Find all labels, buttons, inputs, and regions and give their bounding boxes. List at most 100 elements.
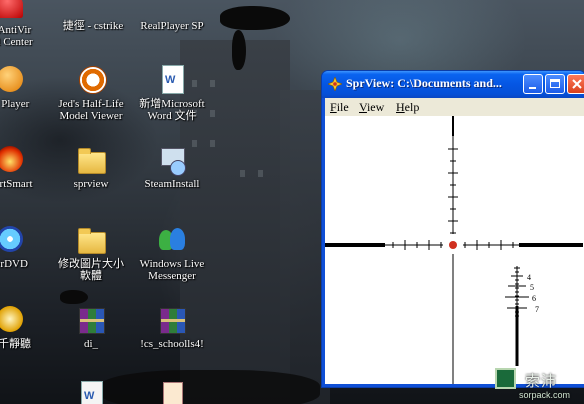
range-label: 6 [532, 294, 536, 303]
desktop-icon-folder2[interactable]: 修改圖片大小 軟體 [52, 224, 130, 282]
orb-shape [0, 146, 23, 172]
person-shape [170, 228, 185, 250]
icon-label: !cs_schoolls4! [140, 338, 204, 350]
desktop-icon-cs[interactable]: !cs_schoolls4! [133, 304, 211, 350]
icon-label: StartSmart [0, 178, 33, 190]
desktop-icon-worddoc[interactable]: 新增Microsoft Word 文件 [133, 64, 211, 122]
icon-label: 修改圖片大小 [58, 258, 124, 270]
icon-label: RealPlayer SP [140, 20, 204, 32]
icon-label: trol Center [0, 36, 33, 48]
icon-label: Windows Live [139, 258, 205, 270]
watermark-url: sorpack.com [519, 390, 571, 400]
maximize-button[interactable] [545, 74, 565, 94]
desktop-icon-powerdvd[interactable]: verDVD [0, 224, 48, 270]
close-icon [572, 79, 582, 89]
wallpaper-ink-blot [220, 6, 290, 30]
icon-label: M Player [0, 98, 30, 110]
media-player-icon [0, 64, 25, 96]
archive-books-shape [160, 308, 186, 334]
desktop-icon-qianqian[interactable]: 千千靜聽 [0, 304, 48, 350]
folder-shape [78, 228, 106, 254]
orb-shape [0, 306, 23, 332]
center-dot [449, 241, 457, 249]
flame-icon [0, 144, 25, 176]
umbrella-icon [0, 0, 25, 22]
winrar-archive-icon [75, 304, 107, 336]
desktop-icon-mplayer[interactable]: M Player [0, 64, 48, 110]
title-bar[interactable]: SprView: C:\Documents and... [322, 71, 584, 98]
scope-reticle: 4 5 6 7 [325, 116, 583, 384]
folder-icon [75, 144, 107, 176]
headphones-icon [0, 304, 25, 336]
desktop-icon-cstrike[interactable]: 捷徑 - cstrike [54, 0, 132, 32]
desktop-icon-antivir[interactable]: ra AntiVir trol Center [0, 0, 48, 48]
disc-shape [170, 160, 186, 176]
installer-icon [156, 144, 188, 176]
orb-shape [0, 226, 23, 252]
desktop-icon-sprview[interactable]: sprview [52, 144, 130, 190]
desktop-icon-partial[interactable] [52, 380, 130, 404]
sprview-app-icon [328, 77, 342, 91]
realplayer-icon [156, 0, 188, 18]
icon-label: ra AntiVir [0, 24, 32, 36]
archive-books-shape [79, 308, 105, 334]
document-page [81, 381, 103, 404]
desktop-icon-realplayer[interactable]: RealPlayer SP [133, 0, 211, 32]
document-icon [75, 380, 107, 404]
minimize-button[interactable] [523, 74, 543, 94]
half-life-icon [75, 64, 107, 96]
menu-view[interactable]: View [359, 100, 384, 115]
window-title: SprView: C:\Documents and... [346, 76, 502, 90]
icon-label: 捷徑 - cstrike [62, 20, 124, 32]
desktop-icon-partial[interactable] [133, 380, 211, 404]
range-label: 7 [535, 305, 539, 314]
document-page [162, 65, 184, 94]
icon-label: 軟體 [80, 270, 102, 282]
dvd-disc-icon [0, 224, 25, 256]
desktop-icon-messenger[interactable]: Windows Live Messenger [133, 224, 211, 282]
messenger-people-icon [156, 224, 188, 256]
icon-label: 千千靜聽 [0, 338, 31, 350]
minimize-icon [529, 87, 536, 89]
icon-label: Model Viewer [59, 110, 123, 122]
word-document-icon [156, 64, 188, 96]
desktop-icon-hlmv[interactable]: Jed's Half-Life Model Viewer [52, 64, 130, 122]
range-label: 5 [530, 283, 534, 292]
wallpaper-window [240, 170, 245, 177]
watermark-logo-icon [495, 368, 516, 389]
range-labels: 4 5 6 7 [527, 273, 539, 314]
close-button[interactable] [567, 74, 584, 94]
range-label: 4 [527, 273, 531, 282]
menu-bar: File View Help [325, 98, 584, 116]
watermark-text: 索沛 [525, 372, 558, 390]
wallpaper-ink-blot [232, 30, 246, 70]
winrar-archive-icon [156, 304, 188, 336]
icon-label: SteamInstall [144, 178, 200, 190]
desktop-icon-startsmart[interactable]: StartSmart [0, 144, 48, 190]
umbrella-shape [0, 0, 23, 18]
image-file-icon [156, 380, 188, 404]
icon-label: di_ [83, 338, 99, 350]
icon-label: Word 文件 [147, 110, 197, 122]
watermark: 索沛 sorpack.com [495, 368, 584, 404]
icon-label: sprview [73, 178, 109, 190]
orb-shape [0, 66, 23, 92]
folder-shape [78, 148, 106, 174]
desktop-icon-steaminstall[interactable]: SteamInstall [133, 144, 211, 190]
icon-label: 新增Microsoft [139, 98, 205, 110]
wallpaper-ink-blot [60, 290, 88, 304]
sprite-canvas[interactable]: 4 5 6 7 [325, 116, 584, 384]
reticle-marks [325, 116, 583, 384]
folder-icon [75, 224, 107, 256]
desktop-icon-di[interactable]: di_ [52, 304, 130, 350]
wallpaper-window [258, 170, 263, 177]
sprview-window[interactable]: SprView: C:\Documents and... File View H… [321, 70, 584, 388]
icon-label: verDVD [0, 258, 28, 270]
menu-file[interactable]: File [330, 100, 349, 115]
icon-label: Jed's Half-Life [58, 98, 124, 110]
menu-help[interactable]: Help [396, 100, 419, 115]
icon-label: Messenger [148, 270, 196, 282]
shortcut-icon [77, 0, 109, 18]
image-file-shape [163, 382, 183, 404]
maximize-icon [550, 79, 560, 88]
